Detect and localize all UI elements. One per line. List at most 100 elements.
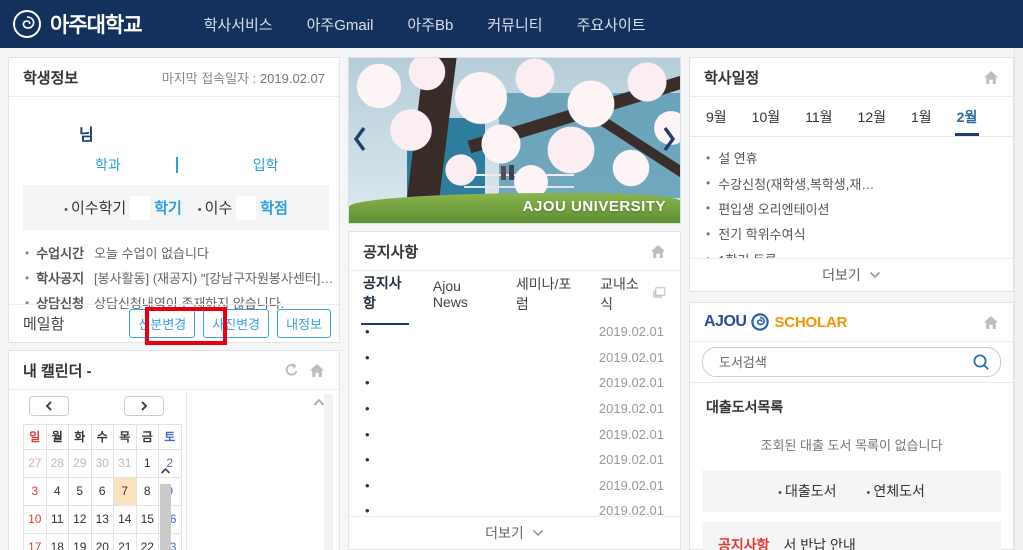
tab-month-11[interactable]: 11월 (803, 107, 834, 136)
admission-label: 입학 (253, 155, 279, 175)
loaned-books-link[interactable]: 대출도서 (778, 481, 836, 501)
calendar-next-button[interactable] (124, 396, 164, 416)
nav-item-major-sites[interactable]: 주요사이트 (577, 14, 646, 35)
university-logo[interactable]: 아주대학교 (12, 9, 142, 39)
tab-campus-news[interactable]: 교내소식 (598, 262, 646, 324)
calendar-day[interactable]: 1 (137, 450, 160, 478)
banner-carousel[interactable]: AJOU UNIVERSITY (348, 57, 681, 224)
schedule-item[interactable]: 편입생 오리엔테이션 (690, 196, 1013, 221)
overdue-books-link[interactable]: 연체도서 (867, 481, 925, 501)
calendar-day[interactable]: 19 (69, 534, 92, 550)
home-icon[interactable] (983, 70, 999, 85)
my-calendar-header: 내 캘린더 - (9, 351, 339, 390)
scholar-logo[interactable]: AJOU SCHOLAR (704, 313, 847, 331)
credit-unit[interactable]: 학점 (260, 197, 288, 218)
nav-menu: 학사서비스 아주Gmail 아주Bb 커뮤니티 주요사이트 (204, 14, 646, 35)
book-search-box[interactable] (702, 347, 1001, 377)
info-row-academic-notice[interactable]: 학사공지 [봉사활동] (재공지) "[강남구자원봉사센터]… (25, 265, 339, 290)
schedule-more-button[interactable]: 더보기 (690, 258, 1013, 291)
tab-month-2[interactable]: 2월 (955, 107, 980, 136)
calendar-day[interactable]: 20 (92, 534, 115, 550)
calendar-day[interactable]: 14 (114, 506, 137, 534)
tab-seminar-forum[interactable]: 세미나/포럼 (514, 262, 576, 324)
calendar-day[interactable]: 28 (47, 450, 70, 478)
tab-month-10[interactable]: 10월 (750, 107, 782, 136)
calendar-day[interactable]: 11 (47, 506, 70, 534)
calendar-prev-button[interactable] (29, 396, 69, 416)
notice-tabs: 공지사항 Ajou News 세미나/포럼 교내소식 (349, 271, 680, 315)
library-notice-text[interactable]: 서 반납 안내 (784, 535, 856, 550)
mailbox-label[interactable]: 메일함 (23, 313, 129, 334)
home-icon[interactable] (309, 363, 325, 378)
calendar-day[interactable]: 5 (69, 478, 92, 506)
calendar-day[interactable]: 30 (92, 450, 115, 478)
panel-scrollbar[interactable] (324, 394, 333, 550)
tab-ajou-news[interactable]: Ajou News (431, 266, 492, 320)
schedule-item[interactable]: 설 연휴 (690, 145, 1013, 170)
tab-month-12[interactable]: 12월 (856, 107, 888, 136)
my-calendar-panel: 내 캘린더 - 일 월 화 (8, 350, 340, 550)
ajou-scholar-panel: AJOU SCHOLAR 대출도서목록 조회된 대출 도서 목록이 없습 (689, 302, 1014, 550)
student-info-header: 학생정보 마지막 접속일자 : 2019.02.07 (9, 58, 339, 97)
nav-item-gmail[interactable]: 아주Gmail (307, 14, 374, 35)
calendar-day[interactable]: 17 (24, 534, 47, 550)
semester-unit[interactable]: 학기 (154, 197, 182, 218)
calendar-scrollbar[interactable] (160, 462, 172, 550)
calendar-day[interactable]: 21 (114, 534, 137, 550)
notice-list-item[interactable]: 2019.02.01 (349, 345, 680, 371)
change-status-button[interactable]: 신분변경 (129, 309, 195, 338)
notice-list: 2019.02.01 2019.02.01 2019.02.01 2019.02… (349, 315, 680, 524)
calendar-scrollbar-thumb[interactable] (160, 484, 171, 550)
change-photo-button[interactable]: 사진변경 (203, 309, 269, 338)
library-notice-box: 공지사항 서 반납 안내 (702, 522, 1001, 550)
calendar-day[interactable]: 4 (47, 478, 70, 506)
notice-list-item[interactable]: 2019.02.01 (349, 473, 680, 499)
calendar-day[interactable]: 27 (24, 450, 47, 478)
calendar-day[interactable]: 15 (137, 506, 160, 534)
schedule-item[interactable]: 전기 학위수여식 (690, 221, 1013, 246)
calendar-day[interactable]: 6 (92, 478, 115, 506)
calendar-day-today[interactable]: 7 (114, 478, 137, 506)
brand-name: 아주대학교 (50, 9, 142, 39)
nav-item-bb[interactable]: 아주Bb (407, 14, 453, 35)
refresh-icon[interactable] (283, 363, 299, 378)
notice-list-item[interactable]: 2019.02.01 (349, 421, 680, 447)
open-new-window-icon[interactable] (652, 287, 666, 299)
calendar-day[interactable]: 12 (69, 506, 92, 534)
calendar-divider (186, 392, 187, 550)
loans-title: 대출도서목록 (706, 397, 1013, 417)
calendar-day[interactable]: 22 (137, 534, 160, 550)
tab-month-1[interactable]: 1월 (909, 107, 934, 136)
page-scrollbar[interactable] (1014, 48, 1023, 550)
search-icon[interactable] (972, 353, 990, 371)
notice-list-item[interactable]: 2019.02.01 (349, 370, 680, 396)
tab-month-9[interactable]: 9월 (704, 107, 729, 136)
student-info-title: 학생정보 (23, 67, 78, 88)
notice-list-item[interactable]: 2019.02.01 (349, 396, 680, 422)
nav-item-academic-services[interactable]: 학사서비스 (204, 14, 273, 35)
calendar-day[interactable]: 31 (114, 450, 137, 478)
academic-schedule-panel: 학사일정 9월 10월 11월 12월 1월 2월 설 연휴 수강신청(재학생,… (689, 57, 1014, 292)
my-info-button[interactable]: 내정보 (277, 309, 331, 338)
calendar-day[interactable]: 29 (69, 450, 92, 478)
tab-notice[interactable]: 공지사항 (361, 261, 409, 325)
carousel-prev-icon[interactable] (351, 124, 369, 154)
home-icon[interactable] (983, 315, 999, 330)
notice-list-item[interactable]: 2019.02.01 (349, 447, 680, 473)
calendar-day[interactable]: 8 (137, 478, 160, 506)
calendar-day[interactable]: 10 (24, 506, 47, 534)
carousel-next-icon[interactable] (660, 124, 678, 154)
book-search-input[interactable] (717, 354, 972, 371)
schedule-item[interactable]: 수강신청(재학생,복학생,재… (690, 170, 1013, 195)
book-search-row (690, 342, 1013, 383)
chevron-down-icon (869, 271, 881, 279)
dept-label: 학과 (95, 155, 121, 175)
calendar-day[interactable]: 3 (24, 478, 47, 506)
calendar-day[interactable]: 18 (47, 534, 70, 550)
notice-panel: 공지사항 공지사항 Ajou News 세미나/포럼 교내소식 2019.02.… (348, 231, 681, 550)
home-icon[interactable] (650, 244, 666, 259)
calendar-day[interactable]: 13 (92, 506, 115, 534)
calendar-week-row: 27 28 29 30 31 1 2 (24, 450, 182, 478)
nav-item-community[interactable]: 커뮤니티 (487, 14, 542, 35)
notice-more-button[interactable]: 더보기 (349, 516, 680, 549)
